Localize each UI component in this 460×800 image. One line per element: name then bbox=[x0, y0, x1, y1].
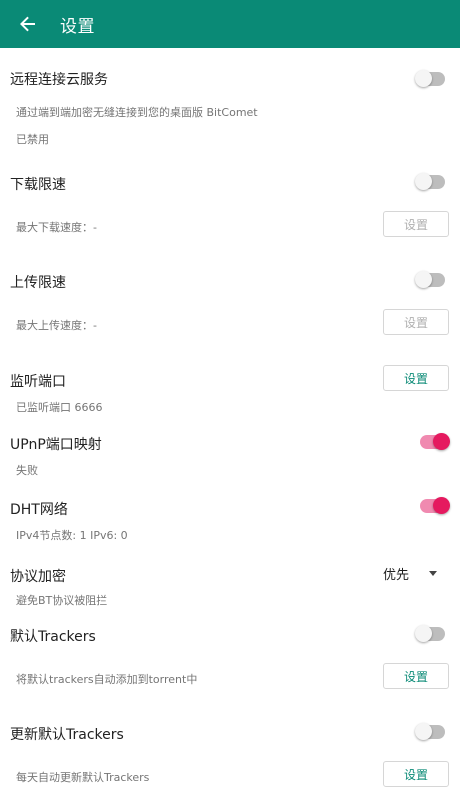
upload-limit-detail: 最大上传速度：- bbox=[16, 319, 97, 332]
upload-limit-title: 上传限速 bbox=[10, 275, 66, 291]
page-title: 设置 bbox=[60, 16, 95, 37]
upnp-status: 失败 bbox=[16, 464, 38, 477]
encryption-title: 协议加密 bbox=[10, 569, 66, 585]
encryption-select[interactable]: 优先 bbox=[383, 563, 453, 583]
upload-limit-toggle[interactable] bbox=[415, 271, 445, 288]
app-bar: 设置 bbox=[0, 0, 460, 48]
default-trackers-set-button[interactable]: 设置 bbox=[383, 663, 449, 689]
download-limit-detail: 最大下载速度：- bbox=[16, 221, 97, 234]
remote-service-description: 通过端到端加密无缝连接到您的桌面版 BitComet bbox=[16, 106, 258, 119]
default-trackers-title: 默认Trackers bbox=[10, 629, 96, 645]
dht-detail: IPv4节点数: 1 IPv6: 0 bbox=[16, 529, 128, 542]
download-limit-toggle[interactable] bbox=[415, 173, 445, 190]
listen-port-set-button[interactable]: 设置 bbox=[383, 365, 449, 391]
encryption-selected-value: 优先 bbox=[383, 567, 410, 583]
remote-service-toggle[interactable] bbox=[415, 70, 445, 87]
remote-service-title: 远程连接云服务 bbox=[10, 72, 108, 88]
download-limit-title: 下载限速 bbox=[10, 177, 66, 193]
default-trackers-description: 将默认trackers自动添加到torrent中 bbox=[16, 673, 198, 686]
update-trackers-set-button[interactable]: 设置 bbox=[383, 761, 449, 787]
default-trackers-toggle[interactable] bbox=[415, 625, 445, 642]
listen-port-detail: 已监听端口 6666 bbox=[16, 401, 103, 414]
remote-service-status: 已禁用 bbox=[16, 133, 49, 146]
back-arrow-icon[interactable] bbox=[18, 14, 38, 34]
update-trackers-description: 每天自动更新默认Trackers bbox=[16, 771, 150, 784]
update-trackers-toggle[interactable] bbox=[415, 723, 445, 740]
upload-limit-set-button[interactable]: 设置 bbox=[383, 309, 449, 335]
dht-toggle[interactable] bbox=[420, 497, 450, 514]
listen-port-title: 监听端口 bbox=[10, 374, 66, 390]
dropdown-caret-icon bbox=[429, 571, 437, 576]
download-limit-set-button[interactable]: 设置 bbox=[383, 211, 449, 237]
upnp-toggle[interactable] bbox=[420, 433, 450, 450]
encryption-description: 避免BT协议被阻拦 bbox=[16, 594, 108, 607]
dht-title: DHT网络 bbox=[10, 502, 68, 518]
update-trackers-title: 更新默认Trackers bbox=[10, 727, 124, 743]
upnp-title: UPnP端口映射 bbox=[10, 437, 102, 453]
